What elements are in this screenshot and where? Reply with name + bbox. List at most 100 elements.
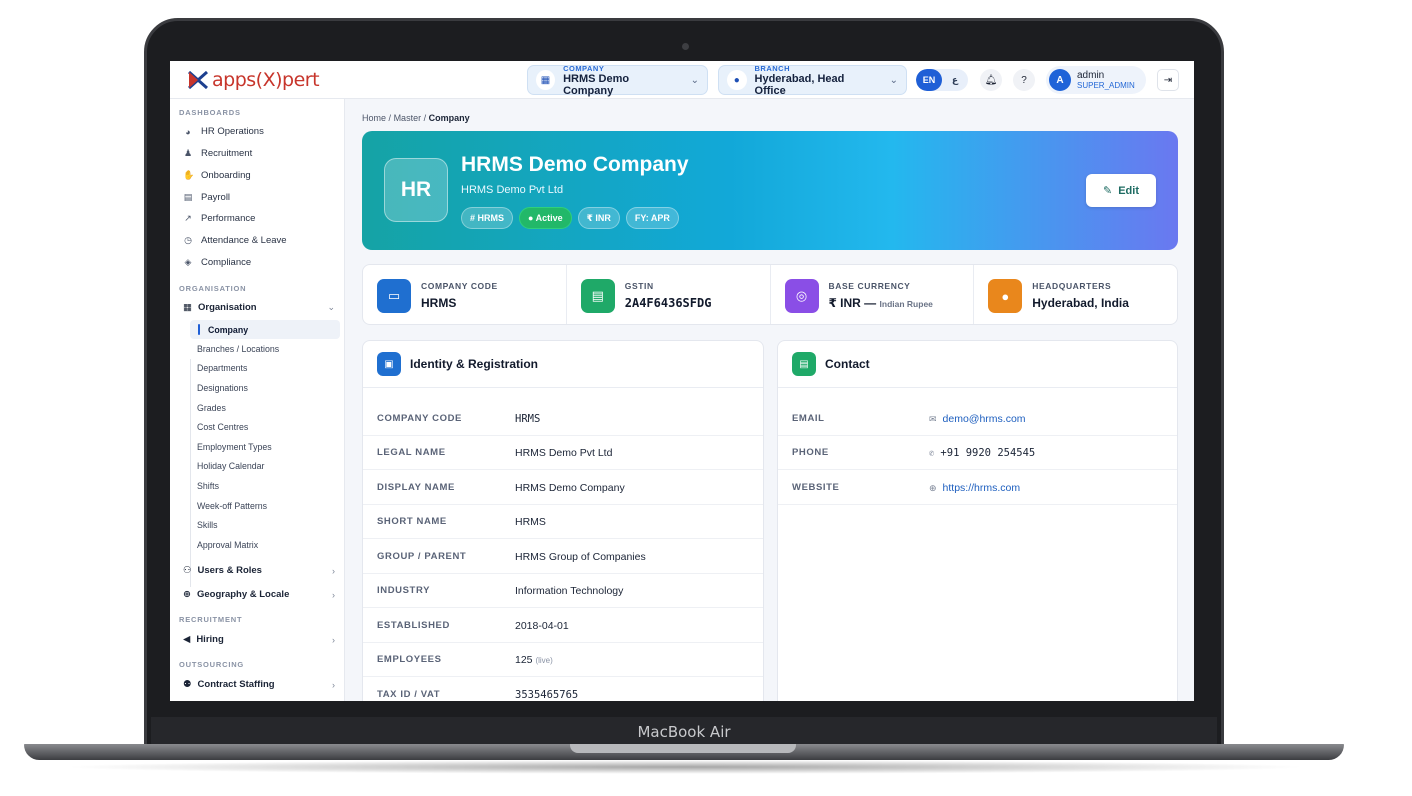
nav-payroll[interactable]: ▤ Payroll xyxy=(183,192,230,203)
handshake-icon: ✋ xyxy=(183,170,195,180)
stat-value: 2A4F6436SFDG xyxy=(624,296,712,310)
nav-week-off-patterns[interactable]: Week-off Patterns xyxy=(197,501,267,511)
nav-group-organisation[interactable]: ▦ Organisation ⌄ xyxy=(183,302,335,313)
nav-compliance[interactable]: ◈ Compliance xyxy=(183,257,252,268)
globe-icon: ⊕ xyxy=(183,589,191,600)
breadcrumb-current: Company xyxy=(428,113,470,123)
field-established: ESTABLISHED 2018-04-01 xyxy=(363,609,763,643)
laptop-shadow xyxy=(60,760,1310,774)
identity-title: Identity & Registration xyxy=(410,357,539,371)
nav-label: Onboarding xyxy=(201,170,251,181)
user-plus-icon: ♟ xyxy=(183,148,193,158)
group-label: Contract Staffing xyxy=(197,679,275,690)
laptop-notch xyxy=(570,744,796,753)
branch-value: Hyderabad, Head Office xyxy=(754,72,845,97)
field-email: EMAIL ✉ demo@hrms.com xyxy=(778,402,1177,436)
breadcrumb-master[interactable]: Master xyxy=(394,113,422,123)
chart-line-icon: ↗ xyxy=(184,213,192,223)
status-badge: ● Active xyxy=(519,207,572,229)
chevron-right-icon: › xyxy=(332,565,335,576)
company-legal-name: HRMS Demo Pvt Ltd xyxy=(461,184,564,196)
company-selector[interactable]: ▦ COMPANY HRMS Demo Company ⌄ xyxy=(527,63,708,97)
bell-icon[interactable]: 🔔︎ xyxy=(980,69,1002,91)
language-toggle[interactable]: EN ع xyxy=(916,69,968,91)
camera-dot xyxy=(682,43,689,50)
nav-group-geography[interactable]: ⊕ Geography & Locale › xyxy=(183,589,335,600)
field-value: HRMS xyxy=(515,412,541,425)
breadcrumb-home[interactable]: Home xyxy=(362,113,386,123)
section-recruitment: RECRUITMENT xyxy=(179,615,243,624)
nav-group-users-roles[interactable]: ⚇ Users & Roles › xyxy=(183,565,335,576)
nav-performance[interactable]: ↗ Performance xyxy=(183,213,255,224)
nav-label: Payroll xyxy=(201,192,231,203)
field-short-name: SHORT NAME HRMS xyxy=(363,505,763,539)
users-icon: ⚇ xyxy=(183,565,192,576)
field-label: SHORT NAME xyxy=(377,516,447,527)
breadcrumb-sep: / xyxy=(388,113,392,123)
shield-icon: ◈ xyxy=(184,257,192,267)
field-employees: EMPLOYEES 125 (live) xyxy=(363,643,763,677)
field-value: Information Technology xyxy=(515,584,624,597)
nav-label: Compliance xyxy=(201,257,252,268)
building-icon: ▦ xyxy=(183,302,192,313)
nav-holiday-calendar[interactable]: Holiday Calendar xyxy=(197,461,264,471)
currency-value: ₹ INR — xyxy=(828,296,877,310)
field-company-code: COMPANY CODE HRMS xyxy=(363,402,763,436)
user-menu[interactable]: A admin SUPER_ADMIN xyxy=(1046,66,1146,94)
edit-label: Edit xyxy=(1118,184,1139,197)
field-value: HRMS Demo Pvt Ltd xyxy=(515,446,613,459)
edit-icon: ✎ xyxy=(1103,185,1113,197)
chevron-down-icon: ⌄ xyxy=(327,302,335,312)
section-outsourcing: OUTSOURCING xyxy=(179,660,245,669)
field-group-parent: GROUP / PARENT HRMS Group of Companies xyxy=(363,540,763,574)
email-link[interactable]: demo@hrms.com xyxy=(943,413,1026,425)
stat-caption: HEADQUARTERS xyxy=(1032,281,1112,291)
website-link[interactable]: https://hrms.com xyxy=(943,482,1021,494)
nav-attendance-leave[interactable]: ◷ Attendance & Leave xyxy=(183,235,287,246)
edit-button[interactable]: ✎ Edit xyxy=(1086,174,1156,207)
company-caption: COMPANY xyxy=(563,63,605,73)
stat-caption: COMPANY CODE xyxy=(421,281,498,291)
nav-skills[interactable]: Skills xyxy=(197,520,218,530)
user-role: SUPER_ADMIN xyxy=(1077,80,1135,90)
stat-caption: BASE CURRENCY xyxy=(828,281,911,291)
nav-group-contract-staffing[interactable]: ⚉ Contract Staffing › xyxy=(183,679,335,690)
nav-onboarding[interactable]: ✋ Onboarding xyxy=(183,170,251,181)
nav-label: Recruitment xyxy=(201,148,253,159)
group-label: Organisation xyxy=(197,302,257,313)
branch-selector[interactable]: ● BRANCH Hyderabad, Head Office ⌄ xyxy=(718,64,907,97)
nav-designations[interactable]: Designations xyxy=(197,383,248,393)
nav-label: HR Operations xyxy=(201,126,264,137)
nav-branches-locations[interactable]: Branches / Locations xyxy=(197,344,279,354)
nav-hr-operations[interactable]: ◕ HR Operations xyxy=(183,126,264,137)
company-value: HRMS Demo Company xyxy=(563,72,630,97)
mail-icon: ✉ xyxy=(929,413,937,424)
chevron-down-icon: ⌄ xyxy=(889,74,898,86)
chip-currency: ₹ INR xyxy=(577,207,620,229)
field-value: 3535465765 xyxy=(515,688,579,701)
nav-cost-centres[interactable]: Cost Centres xyxy=(197,422,248,432)
money-icon: ▤ xyxy=(183,192,193,202)
field-value: HRMS Demo Company xyxy=(515,481,625,494)
nav-recruitment[interactable]: ♟ Recruitment xyxy=(183,148,252,159)
nav-departments[interactable]: Departments xyxy=(197,363,247,373)
nav-grades[interactable]: Grades xyxy=(197,403,226,413)
nav-employment-types[interactable]: Employment Types xyxy=(197,442,272,452)
device-label: MacBook Air xyxy=(637,723,731,741)
section-dashboards: DASHBOARDS xyxy=(179,108,241,117)
nav-shifts[interactable]: Shifts xyxy=(197,481,219,491)
lang-en[interactable]: EN xyxy=(916,69,942,91)
field-value: 2018-04-01 xyxy=(515,619,569,632)
nav-group-hiring[interactable]: ◀ Hiring › xyxy=(183,634,335,645)
app-screen: apps(X)pert ▦ COMPANY HRMS Demo Company … xyxy=(170,61,1194,701)
brand-logo[interactable]: apps(X)pert xyxy=(188,69,320,91)
lang-ar[interactable]: ع xyxy=(942,69,968,91)
nav-approval-matrix[interactable]: Approval Matrix xyxy=(197,540,258,550)
stat-headquarters: ● HEADQUARTERS Hyderabad, India xyxy=(974,265,1177,324)
logout-icon[interactable]: ⇥ xyxy=(1157,69,1179,91)
nav-company[interactable]: Company xyxy=(190,320,340,339)
document-icon: ▤ xyxy=(580,279,615,313)
help-icon[interactable]: ? xyxy=(1013,69,1035,91)
field-label: TAX ID / VAT xyxy=(377,689,441,700)
location-pin-icon: ● xyxy=(988,279,1023,313)
